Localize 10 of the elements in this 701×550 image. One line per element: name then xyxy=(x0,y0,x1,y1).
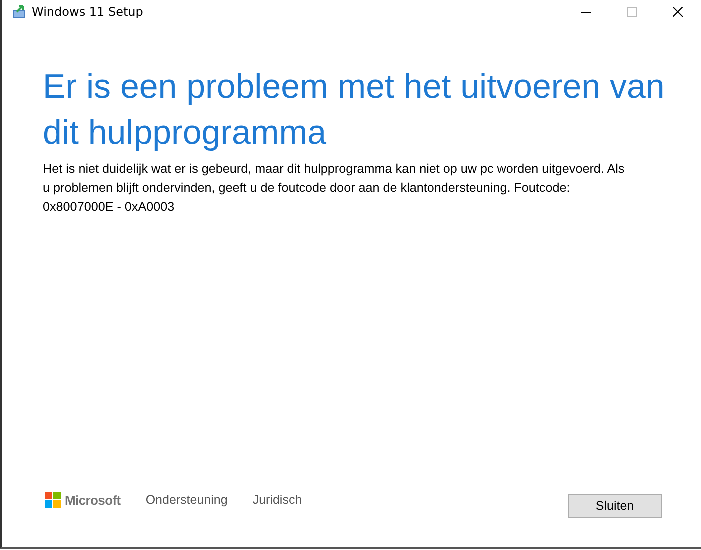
setup-app-icon xyxy=(12,5,26,19)
microsoft-logo-icon xyxy=(45,492,61,508)
error-heading: Er is een probleem met het uitvoeren van dit hulpprogramma xyxy=(43,67,665,154)
window-title: Windows 11 Setup xyxy=(32,5,144,19)
brand-name: Microsoft xyxy=(65,492,121,508)
close-button[interactable]: Sluiten xyxy=(568,494,662,518)
footer-link[interactable]: Juridisch xyxy=(252,493,302,507)
footer-link[interactable]: Ondersteuning xyxy=(146,493,228,507)
close-icon[interactable] xyxy=(673,7,683,17)
error-message: Het is niet duidelijk wat er is gebeurd, maar dit hulpprogramma kan niet op uw pc worden uitgevoerd. Als u problemen blijft ondervinden, geeft u de foutcode door aan de klantondersteuning. Foutcode: 0x8007000E - 0xA0003 xyxy=(43,161,626,216)
